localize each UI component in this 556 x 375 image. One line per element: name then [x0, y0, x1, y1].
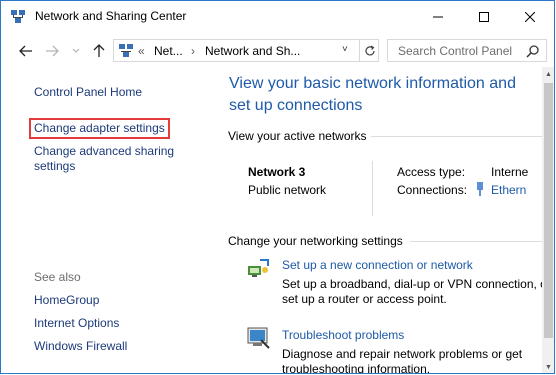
homegroup-link[interactable]: HomeGroup	[34, 293, 99, 308]
chevron-down-icon	[72, 48, 80, 53]
control-panel-home-link[interactable]: Control Panel Home	[34, 85, 142, 100]
search-placeholder[interactable]: Search Control Panel	[398, 44, 512, 58]
page-title-line2: set up connections	[229, 97, 363, 114]
vertical-scrollbar[interactable]: ▲ ▼	[542, 67, 554, 373]
change-adapter-settings-link[interactable]: Change adapter settings	[29, 118, 170, 139]
change-advanced-sharing-link-line2[interactable]: settings	[34, 159, 75, 174]
left-pane: Control Panel Home Change adapter settin…	[1, 67, 215, 373]
minimize-icon	[433, 16, 443, 18]
address-bar[interactable]: « Net... › Network and Sh... ˅	[113, 39, 379, 62]
network-sharing-window: Network and Sharing Center « Net... › Ne…	[0, 0, 555, 374]
search-icon[interactable]	[526, 44, 540, 58]
breadcrumb-overflow[interactable]: «	[138, 44, 145, 58]
active-networks-heading: View your active networks	[228, 129, 367, 143]
control-panel-icon	[119, 44, 133, 57]
change-settings-heading: Change your networking settings	[228, 234, 403, 248]
troubleshoot-icon	[247, 327, 270, 349]
network-app-icon	[11, 10, 25, 23]
back-button[interactable]	[17, 42, 35, 60]
main-pane: View your basic network information and …	[215, 67, 554, 374]
up-arrow-icon	[93, 44, 105, 57]
window-title: Network and Sharing Center	[35, 9, 187, 23]
network-name: Network 3	[248, 165, 306, 179]
scrollbar-thumb[interactable]	[544, 83, 553, 338]
scroll-up-icon[interactable]: ▲	[542, 67, 554, 81]
scroll-down-icon[interactable]: ▼	[542, 360, 554, 373]
forward-arrow-icon	[46, 45, 59, 57]
set-up-new-connection-description: Set up a broadband, dial-up or VPN conne…	[282, 277, 551, 306]
close-button[interactable]	[507, 1, 553, 33]
troubleshoot-problems-link[interactable]: Troubleshoot problems	[282, 328, 404, 342]
active-networks-divider	[371, 136, 543, 137]
breadcrumb-network-internet[interactable]: Net...	[154, 44, 183, 58]
change-advanced-sharing-link[interactable]: Change advanced sharing	[34, 144, 174, 159]
network-type[interactable]: Public network	[248, 183, 326, 197]
refresh-button[interactable]	[359, 40, 380, 61]
title-bar[interactable]: Network and Sharing Center	[1, 1, 554, 33]
refresh-icon	[365, 44, 375, 55]
network-divider	[372, 161, 373, 216]
breadcrumb-separator[interactable]: ›	[191, 44, 195, 58]
set-up-new-connection-link[interactable]: Set up a new connection or network	[282, 258, 473, 272]
troubleshoot-problems-description: Diagnose and repair network problems or …	[282, 347, 523, 374]
up-button[interactable]	[90, 42, 108, 60]
internet-options-link[interactable]: Internet Options	[34, 316, 119, 331]
forward-button[interactable]	[43, 42, 61, 60]
new-connection-icon	[248, 259, 269, 277]
recent-locations-button[interactable]	[67, 42, 85, 60]
search-box[interactable]: Search Control Panel	[387, 39, 547, 62]
maximize-button[interactable]	[461, 1, 507, 33]
maximize-icon	[479, 12, 489, 22]
page-title-line1: View your basic network information and	[229, 75, 516, 92]
ethernet-connection-link[interactable]: Ethern	[491, 183, 526, 197]
access-type-value: Interne	[491, 165, 529, 179]
connections-label: Connections:	[397, 183, 468, 197]
change-settings-divider	[410, 241, 543, 242]
page-title: View your basic network information and …	[229, 73, 549, 117]
address-dropdown-icon[interactable]: ˅	[342, 44, 348, 55]
ethernet-icon	[477, 182, 483, 196]
breadcrumb-network-sharing[interactable]: Network and Sh...	[205, 44, 300, 58]
back-arrow-icon	[19, 45, 32, 57]
close-icon	[525, 12, 535, 22]
access-type-label: Access type:	[397, 165, 466, 179]
see-also-heading: See also	[34, 270, 81, 284]
minimize-button[interactable]	[415, 1, 461, 33]
windows-firewall-link[interactable]: Windows Firewall	[34, 339, 127, 354]
